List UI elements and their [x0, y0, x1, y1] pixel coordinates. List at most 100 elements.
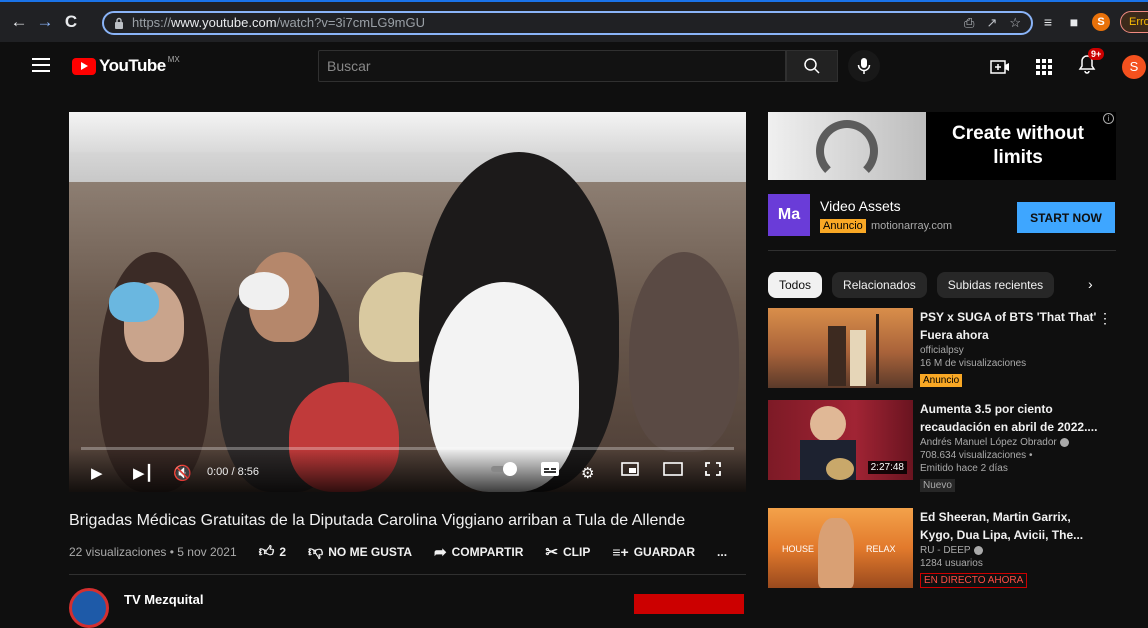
thumbnail-text: HOUSE [782, 544, 815, 554]
filter-chips: Todos Relacionados Subidas recientes [768, 272, 1055, 298]
playlist-add-icon: ≡+ [612, 544, 629, 560]
search-input[interactable] [319, 51, 785, 81]
browser-profile-avatar[interactable]: S [1092, 13, 1110, 31]
more-options-icon[interactable]: ⋮ [1098, 310, 1112, 327]
voice-search-button[interactable] [848, 50, 880, 82]
bookmark-star-icon[interactable]: ☆ [1009, 15, 1021, 31]
ad-companion[interactable]: Ma Video Assets Anuncio motionarray.com … [768, 194, 1116, 238]
recommendation-channel[interactable]: Andrés Manuel López Obrador [920, 436, 1100, 449]
time-display: 0:00 / 8:56 [207, 466, 259, 478]
verified-check-icon [1059, 437, 1069, 447]
video-duration: 2:27:48 [867, 461, 907, 474]
video-frame-figure [109, 282, 159, 322]
ad-banner-text: Create without limits [952, 123, 1084, 168]
divider [768, 250, 1116, 251]
like-count: 2 [279, 545, 287, 559]
share-icon[interactable]: ↗ [986, 15, 997, 31]
chip-subidas-recientes[interactable]: Subidas recientes [936, 272, 1055, 298]
install-icon[interactable]: ⎙ [964, 15, 974, 31]
subscribe-button[interactable] [634, 594, 744, 614]
live-badge: EN DIRECTO AHORA [920, 573, 1028, 588]
dislike-button[interactable]: 👎︎ NO ME GUSTA [308, 543, 412, 561]
apps-grid-icon[interactable] [1036, 58, 1052, 75]
side-panel-icon[interactable]: ■ [1066, 14, 1082, 30]
channel-avatar[interactable] [69, 588, 109, 628]
back-arrow-icon[interactable]: ← [6, 10, 32, 34]
mute-icon[interactable]: 🔇 [173, 464, 192, 482]
recommendation-title[interactable]: Ed Sheeran, Martin Garrix, Kygo, Dua Lip… [920, 508, 1100, 544]
recommendation-item[interactable]: PSY x SUGA of BTS 'That That' Fuera ahor… [768, 308, 1148, 398]
channel-name[interactable]: TV Mezquital [124, 592, 203, 607]
theater-mode-icon[interactable] [663, 462, 683, 480]
recommendation-item[interactable]: HOUSE RELAX Ed Sheeran, Martin Garrix, K… [768, 508, 1148, 598]
browser-toolbar: ← → C https://www.youtube.com/watch?v=3i… [0, 0, 1148, 42]
recommendation-age: Emitido hace 2 días [920, 463, 1008, 474]
notifications-button[interactable]: 9+ [1078, 48, 1105, 79]
create-video-icon[interactable] [990, 59, 1010, 75]
divider [69, 574, 746, 575]
thumbnail-podium-seal [826, 458, 854, 480]
forward-arrow-icon[interactable]: → [32, 10, 58, 34]
like-button[interactable]: 👍︎ 2 [259, 543, 286, 561]
recommendation-item[interactable]: 2:27:48 Aumenta 3.5 por ciento recaudaci… [768, 400, 1148, 492]
recommendation-title[interactable]: PSY x SUGA of BTS 'That That' Fuera ahor… [920, 308, 1100, 344]
mic-icon [857, 58, 871, 74]
fullscreen-icon[interactable] [705, 462, 721, 480]
miniplayer-icon[interactable] [621, 462, 639, 480]
player-controls [69, 448, 746, 492]
recommendation-channel[interactable]: officialpsy [920, 344, 1100, 357]
country-code: MX [167, 54, 180, 64]
ad-info-icon[interactable]: i [1103, 113, 1114, 124]
next-icon[interactable]: ▶┃ [133, 464, 154, 482]
recommendation-title[interactable]: Aumenta 3.5 por ciento recaudación en ab… [920, 400, 1100, 436]
thumbnail-pole [876, 314, 879, 384]
error-pill[interactable]: Erro [1120, 11, 1148, 33]
clip-button[interactable]: ✂ CLIP [545, 543, 590, 561]
thumbnail-text: RELAX [866, 544, 896, 554]
share-label: COMPARTIR [451, 545, 524, 559]
address-bar[interactable]: https://www.youtube.com/watch?v=3i7cmLG9… [102, 11, 1033, 35]
autoplay-toggle-icon[interactable] [491, 462, 519, 480]
search-icon [804, 58, 820, 74]
youtube-masthead: YouTube MX 9+ S [0, 42, 1148, 92]
subtitles-icon[interactable] [541, 462, 559, 480]
chip-todos[interactable]: Todos [768, 272, 823, 298]
more-actions-button[interactable]: ... [717, 545, 727, 559]
settings-gear-icon[interactable]: ⚙ [581, 464, 594, 482]
chevron-right-icon[interactable]: › [1088, 276, 1093, 292]
lock-icon [115, 17, 123, 29]
reload-icon[interactable]: C [58, 10, 84, 34]
share-button[interactable]: ➦ COMPARTIR [434, 543, 523, 561]
thumbnail-figure [828, 326, 846, 386]
save-label: GUARDAR [633, 545, 696, 559]
video-thumbnail[interactable] [768, 308, 913, 388]
more-actions-icon: ... [717, 545, 728, 559]
ad-title: Video Assets [820, 198, 901, 214]
save-button[interactable]: ≡+ GUARDAR [612, 544, 695, 560]
video-player[interactable]: ▶ ▶┃ 🔇 0:00 / 8:56 ⚙ [69, 112, 746, 492]
notification-count-badge: 9+ [1088, 48, 1105, 60]
youtube-logo[interactable]: YouTube MX [72, 54, 180, 76]
account-avatar[interactable]: S [1122, 54, 1146, 79]
chip-relacionados[interactable]: Relacionados [832, 272, 927, 298]
thumbnail-figure [818, 518, 854, 588]
reading-list-icon[interactable]: ≡ [1040, 14, 1056, 30]
thumbnail-figure [850, 330, 866, 386]
start-now-button[interactable]: START NOW [1017, 202, 1115, 233]
thumbs-down-icon: 👎︎ [308, 543, 324, 560]
ad-banner[interactable]: Create without limits [768, 112, 1116, 180]
url-text: https://www.youtube.com/watch?v=3i7cmLG9… [132, 15, 426, 30]
play-icon[interactable]: ▶ [91, 464, 103, 482]
video-thumbnail[interactable]: HOUSE RELAX [768, 508, 913, 588]
search-button[interactable] [786, 50, 838, 82]
video-thumbnail[interactable]: 2:27:48 [768, 400, 913, 480]
headphones-graphic [816, 120, 878, 180]
recommendation-channel[interactable]: RU - DEEP [920, 544, 1100, 557]
video-frame-figure [239, 272, 289, 310]
verified-check-icon [973, 545, 983, 555]
menu-icon[interactable] [32, 58, 50, 72]
video-frame-tent [69, 112, 746, 152]
video-stats: 22 visualizaciones • 5 nov 2021 [69, 545, 237, 559]
progress-bar[interactable] [81, 447, 734, 450]
youtube-play-icon [72, 57, 96, 75]
